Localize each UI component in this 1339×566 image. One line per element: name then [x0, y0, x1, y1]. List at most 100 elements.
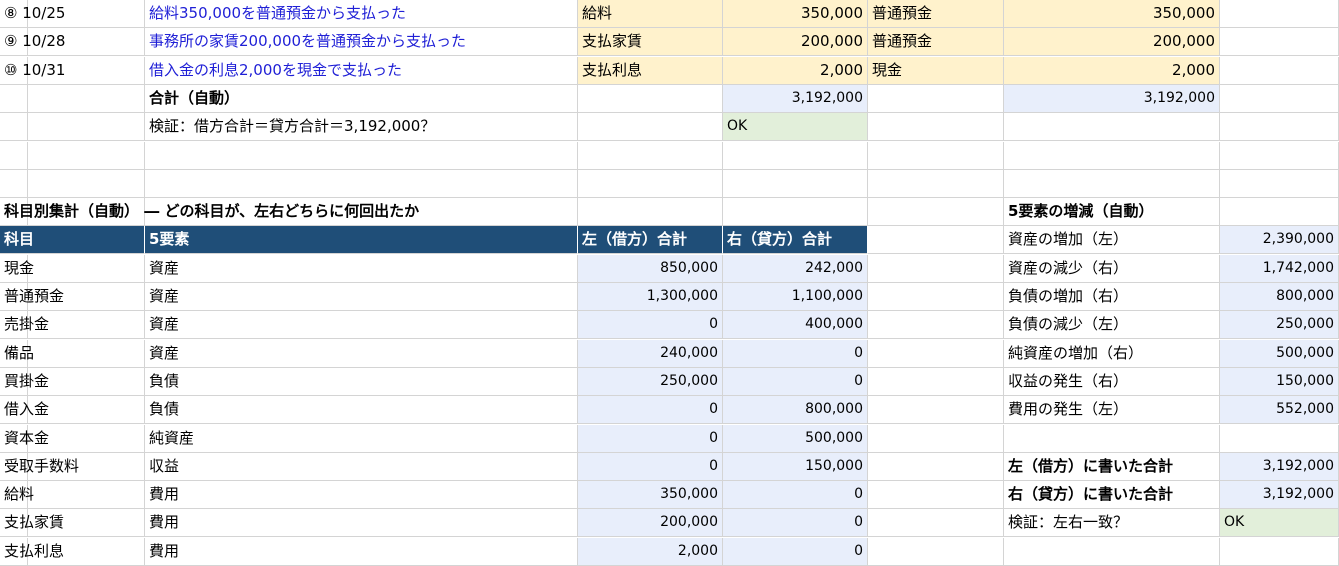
summary-left-value[interactable]: 250,000: [578, 368, 723, 396]
empty-cell[interactable]: [1220, 28, 1339, 56]
empty-cell[interactable]: [868, 340, 1004, 368]
transaction-no[interactable]: ⑩ 10/31: [0, 57, 145, 85]
credit-total[interactable]: 3,192,000: [1004, 85, 1220, 113]
left-total-label[interactable]: 左（借方）に書いた合計: [1004, 453, 1220, 481]
empty-cell[interactable]: [868, 255, 1004, 283]
five-value[interactable]: 800,000: [1220, 283, 1339, 311]
empty-cell[interactable]: [1220, 142, 1339, 170]
summary-element[interactable]: 費用: [145, 509, 578, 537]
empty-cell[interactable]: [1004, 538, 1220, 566]
empty-cell[interactable]: [1004, 113, 1220, 141]
summary-left-value[interactable]: 0: [578, 453, 723, 481]
summary-account[interactable]: 支払利息: [0, 538, 145, 566]
five-label[interactable]: 負債の減少（左）: [1004, 311, 1220, 339]
empty-cell[interactable]: [1220, 113, 1339, 141]
five-label[interactable]: 純資産の増加（右）: [1004, 340, 1220, 368]
five-value[interactable]: 2,390,000: [1220, 226, 1339, 254]
summary-left-value[interactable]: 350,000: [578, 481, 723, 509]
empty-cell[interactable]: [578, 170, 723, 198]
empty-cell[interactable]: [1004, 170, 1220, 198]
debit-total[interactable]: 3,192,000: [723, 85, 868, 113]
summary-element[interactable]: 負債: [145, 368, 578, 396]
right-total-value[interactable]: 3,192,000: [1220, 481, 1339, 509]
empty-cell[interactable]: [1220, 425, 1339, 453]
empty-cell[interactable]: [28, 142, 145, 170]
five-label[interactable]: 資産の増加（左）: [1004, 226, 1220, 254]
summary-account[interactable]: 受取手数料: [0, 453, 145, 481]
five-label[interactable]: 収益の発生（右）: [1004, 368, 1220, 396]
empty-cell[interactable]: [0, 142, 28, 170]
summary-right-value[interactable]: 500,000: [723, 425, 868, 453]
summary-right-value[interactable]: 800,000: [723, 396, 868, 424]
debit-account[interactable]: 支払利息: [578, 57, 723, 85]
header-element[interactable]: 5要素: [145, 226, 578, 254]
header-account[interactable]: 科目: [0, 226, 145, 254]
empty-cell[interactable]: [868, 113, 1004, 141]
summary-right-value[interactable]: 150,000: [723, 453, 868, 481]
credit-account[interactable]: 普通預金: [868, 0, 1004, 28]
right-total-label[interactable]: 右（貸方）に書いた合計: [1004, 481, 1220, 509]
empty-cell[interactable]: [868, 226, 1004, 254]
empty-cell[interactable]: [1220, 538, 1339, 566]
empty-cell[interactable]: [868, 311, 1004, 339]
empty-cell[interactable]: [145, 170, 578, 198]
five-value[interactable]: 1,742,000: [1220, 255, 1339, 283]
empty-cell[interactable]: [868, 85, 1004, 113]
verify-result[interactable]: OK: [723, 113, 868, 141]
five-value[interactable]: 552,000: [1220, 396, 1339, 424]
credit-account[interactable]: 普通預金: [868, 28, 1004, 56]
five-value[interactable]: 500,000: [1220, 340, 1339, 368]
summary-element[interactable]: 純資産: [145, 425, 578, 453]
empty-cell[interactable]: [28, 170, 145, 198]
summary-element[interactable]: 費用: [145, 481, 578, 509]
empty-cell[interactable]: [1220, 85, 1339, 113]
summary-account[interactable]: 現金: [0, 255, 145, 283]
empty-cell[interactable]: [868, 538, 1004, 566]
summary-account[interactable]: 給料: [0, 481, 145, 509]
empty-cell[interactable]: [578, 142, 723, 170]
empty-cell[interactable]: [723, 142, 868, 170]
summary-right-value[interactable]: 0: [723, 509, 868, 537]
header-left-total[interactable]: 左（借方）合計: [578, 226, 723, 254]
summary-right-value[interactable]: 1,100,000: [723, 283, 868, 311]
empty-cell[interactable]: [868, 170, 1004, 198]
empty-cell[interactable]: [868, 368, 1004, 396]
transaction-no[interactable]: ⑨ 10/28: [0, 28, 145, 56]
summary-right-value[interactable]: 242,000: [723, 255, 868, 283]
summary-right-value[interactable]: 0: [723, 340, 868, 368]
empty-cell[interactable]: [0, 113, 28, 141]
summary-account[interactable]: 備品: [0, 340, 145, 368]
transaction-description[interactable]: 借入金の利息2,000を現金で支払った: [145, 57, 578, 85]
empty-cell[interactable]: [868, 509, 1004, 537]
summary-left-value[interactable]: 200,000: [578, 509, 723, 537]
credit-amount[interactable]: 2,000: [1004, 57, 1220, 85]
summary-right-value[interactable]: 0: [723, 481, 868, 509]
summary-element[interactable]: 費用: [145, 538, 578, 566]
summary-left-value[interactable]: 240,000: [578, 340, 723, 368]
summary-left-value[interactable]: 0: [578, 311, 723, 339]
summary-left-value[interactable]: 2,000: [578, 538, 723, 566]
credit-amount[interactable]: 350,000: [1004, 0, 1220, 28]
summary-element[interactable]: 資産: [145, 311, 578, 339]
transaction-description[interactable]: 事務所の家賃200,000を普通預金から支払った: [145, 28, 578, 56]
summary-account[interactable]: 資本金: [0, 425, 145, 453]
empty-cell[interactable]: [578, 113, 723, 141]
empty-cell[interactable]: [1220, 198, 1339, 226]
empty-cell[interactable]: [578, 198, 723, 226]
summary-left-value[interactable]: 1,300,000: [578, 283, 723, 311]
five-title[interactable]: 5要素の増減（自動）: [1004, 198, 1220, 226]
debit-account[interactable]: 支払家賃: [578, 28, 723, 56]
summary-left-value[interactable]: 0: [578, 425, 723, 453]
summary-right-value[interactable]: 0: [723, 538, 868, 566]
five-value[interactable]: 250,000: [1220, 311, 1339, 339]
transaction-description[interactable]: 給料350,000を普通預金から支払った: [145, 0, 578, 28]
five-label[interactable]: 負債の増加（右）: [1004, 283, 1220, 311]
empty-cell[interactable]: [1220, 170, 1339, 198]
summary-element[interactable]: 負債: [145, 396, 578, 424]
empty-cell[interactable]: [868, 396, 1004, 424]
empty-cell[interactable]: [0, 85, 28, 113]
empty-cell[interactable]: [868, 142, 1004, 170]
summary-left-value[interactable]: 850,000: [578, 255, 723, 283]
empty-cell[interactable]: [578, 85, 723, 113]
debit-amount[interactable]: 350,000: [723, 0, 868, 28]
